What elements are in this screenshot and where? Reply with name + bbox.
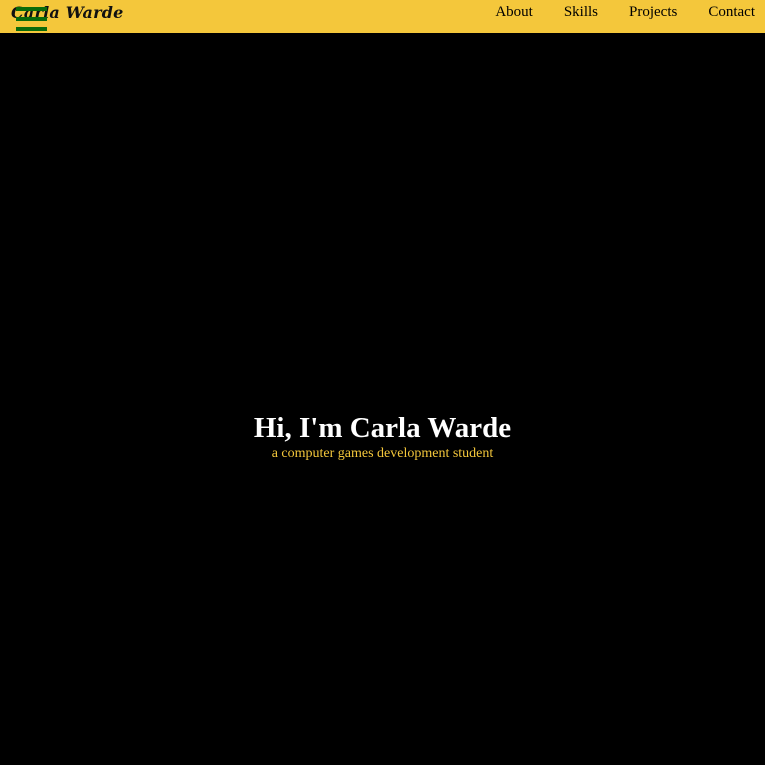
nav-link-about[interactable]: About <box>495 0 533 25</box>
nav-link-skills[interactable]: Skills <box>564 0 598 25</box>
hamburger-menu-icon[interactable] <box>16 7 47 32</box>
nav-links: About Skills Projects Contact <box>495 0 755 25</box>
menu-bar-top <box>16 7 47 11</box>
menu-bar-middle <box>16 17 47 21</box>
hero-section: Hi, I'm Carla Warde a computer games dev… <box>0 410 765 462</box>
hero-title: Hi, I'm Carla Warde <box>253 412 512 444</box>
hero-subtitle: a computer games development student <box>271 446 494 461</box>
top-navbar: Carla Warde About Skills Projects Contac… <box>0 0 765 33</box>
menu-bar-bottom <box>16 27 47 31</box>
nav-link-contact[interactable]: Contact <box>708 0 755 25</box>
nav-link-projects[interactable]: Projects <box>629 0 677 25</box>
